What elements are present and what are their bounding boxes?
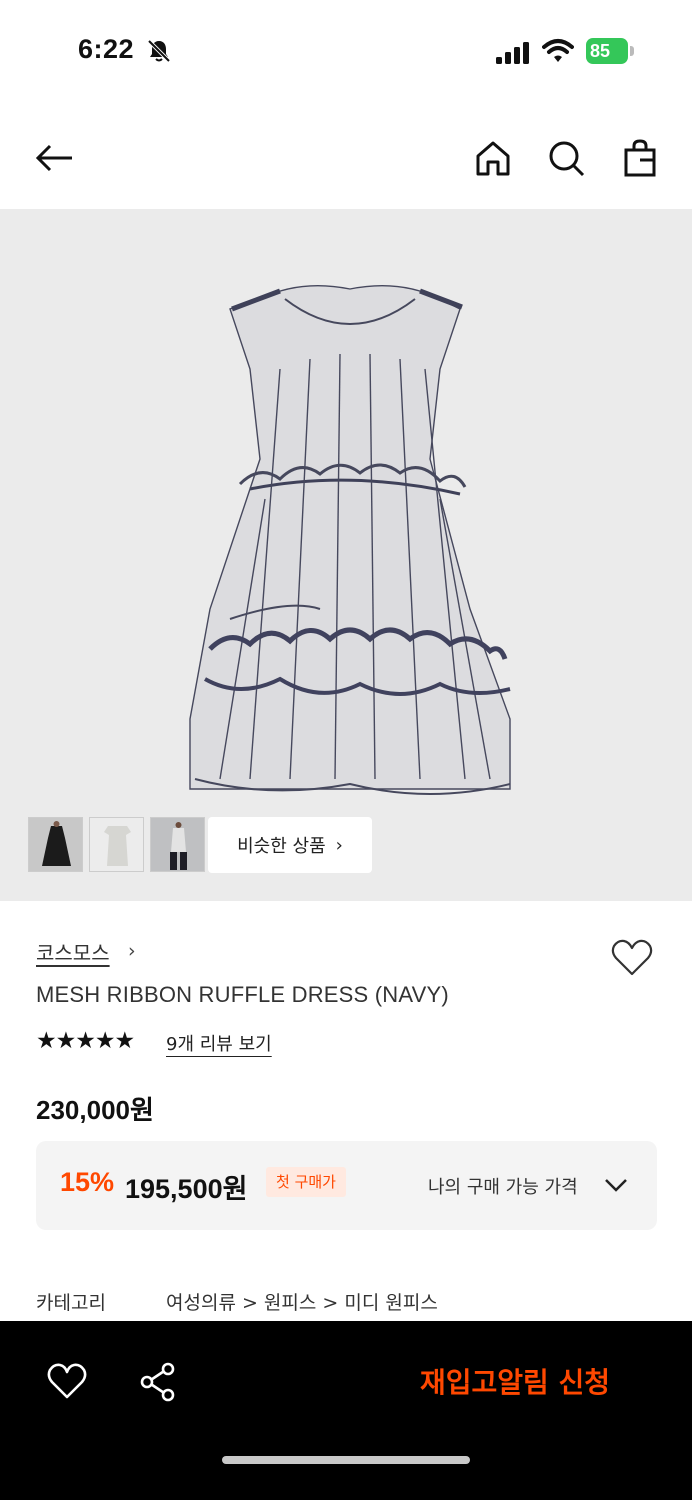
discount-price-box[interactable]: 15% 195,500원 첫 구매가 나의 구매 가능 가격 [36, 1141, 657, 1230]
bell-muted-icon [147, 39, 171, 63]
search-icon[interactable] [546, 138, 586, 178]
my-price-label: 나의 구매 가능 가격 [428, 1177, 578, 1198]
thumbnail-2[interactable] [89, 817, 144, 872]
home-icon[interactable] [473, 138, 513, 178]
shopping-bag-icon[interactable] [620, 138, 660, 178]
heart-icon[interactable] [46, 1361, 88, 1403]
chevron-right-icon: › [335, 834, 343, 856]
discount-rate: 15% [60, 1167, 115, 1197]
dress-illustration [189, 285, 511, 795]
wifi-icon [542, 39, 574, 62]
heart-icon[interactable] [610, 936, 654, 980]
top-navigation [0, 110, 692, 206]
share-icon[interactable] [137, 1361, 179, 1403]
similar-products-button[interactable]: 비슷한 상품 › [208, 817, 372, 873]
first-purchase-badge: 첫 구매가 [266, 1167, 346, 1197]
battery-level: 85 [586, 38, 628, 64]
rating-stars: ★★★★★ [36, 1028, 135, 1054]
chevron-right-icon: › [128, 940, 136, 962]
thumbnail-1[interactable] [28, 817, 83, 872]
home-indicator [222, 1456, 470, 1464]
similar-products-label: 비슷한 상품 [237, 836, 326, 857]
restock-notification-button[interactable]: 재입고알림 신청 [420, 1361, 610, 1401]
battery-icon: 85 [586, 38, 636, 64]
product-name: MESH RIBBON RUFFLE DRESS (NAVY) [36, 982, 449, 1007]
reviews-link[interactable]: 9개 리뷰 보기 [166, 1030, 272, 1056]
status-bar: 6:22 85 [0, 0, 692, 100]
product-image[interactable]: 비슷한 상품 › [0, 209, 692, 901]
category-label: 카테고리 [36, 1292, 106, 1314]
thumbnail-strip [28, 817, 205, 872]
status-time: 6:22 [78, 34, 135, 64]
brand-link[interactable]: 코스모스 [36, 937, 110, 966]
chevron-down-icon[interactable] [602, 1173, 630, 1197]
back-arrow-icon[interactable] [34, 138, 74, 178]
cellular-signal-icon [496, 42, 529, 64]
bottom-action-bar: 재입고알림 신청 [0, 1321, 692, 1500]
category-breadcrumb[interactable]: 여성의류 > 원피스 > 미디 원피스 [166, 1288, 438, 1315]
original-price: 230,000원 [36, 1095, 154, 1125]
discount-price: 195,500원 [125, 1174, 248, 1204]
thumbnail-3[interactable] [150, 817, 205, 872]
